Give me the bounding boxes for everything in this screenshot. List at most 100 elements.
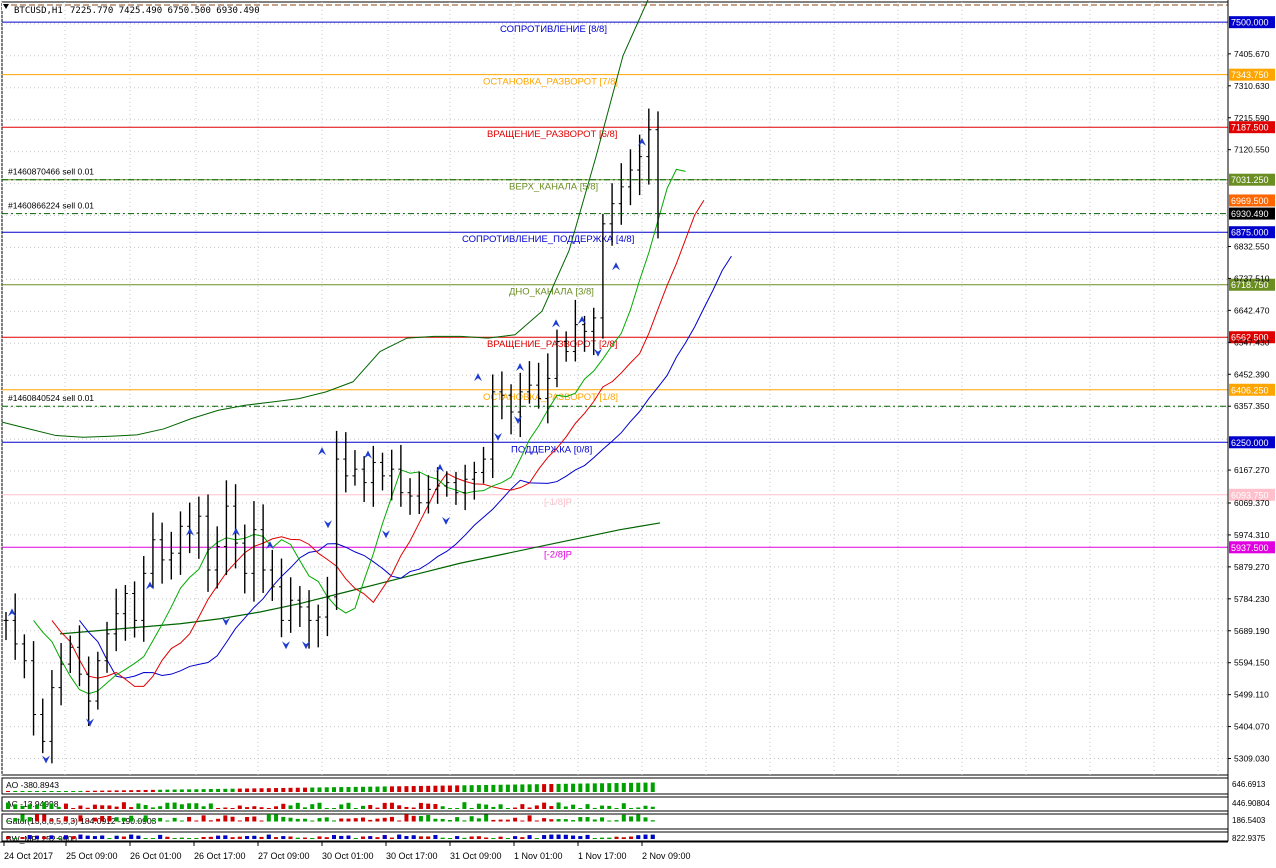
indicator-bar — [600, 783, 605, 792]
indicator-bar — [281, 803, 286, 809]
price-tag-label: 5937.500 — [1231, 543, 1269, 553]
indicator-bar — [143, 805, 148, 809]
indicator-bar — [266, 788, 271, 792]
indicator-bar — [353, 818, 358, 822]
indicator-bar — [353, 808, 358, 809]
indicator-bar — [513, 784, 518, 792]
indicator-bar — [259, 788, 264, 792]
mfi-bar — [165, 836, 170, 839]
indicator-bar — [303, 807, 308, 809]
mfi-bar — [600, 837, 605, 839]
indicator-bar — [63, 816, 68, 822]
order-label[interactable]: #1460870466 sell 0.01 — [8, 167, 94, 177]
indicator-bar — [216, 808, 221, 809]
indicator-bar — [592, 783, 597, 792]
indicator-bar — [194, 789, 199, 792]
indicator-bar — [585, 804, 590, 809]
time-tick-label: 31 Oct 09:00 — [450, 851, 502, 861]
indicator-bar — [266, 808, 271, 809]
mfi-bar — [71, 836, 76, 839]
indicator-bar — [27, 817, 32, 822]
mfi-bar — [42, 836, 47, 839]
order-label[interactable]: #1460840524 sell 0.01 — [8, 393, 94, 403]
indicator-bar — [295, 787, 300, 792]
mfi-bar — [172, 838, 177, 839]
indicator-bar — [650, 782, 655, 792]
order-label[interactable]: #1460866224 sell 0.01 — [8, 201, 94, 211]
indicator-bar — [223, 807, 228, 809]
indicator-bar — [208, 803, 213, 809]
indicator-bar — [216, 788, 221, 792]
indicator-bar — [418, 816, 423, 822]
indicator-bar — [411, 786, 416, 792]
mfi-bar — [455, 836, 460, 839]
indicator-bar — [498, 784, 503, 792]
indicator-bar — [237, 788, 242, 792]
indicator-bar — [179, 804, 184, 809]
indicator-bar — [288, 805, 293, 809]
price-tag-label: 6406.250 — [1231, 385, 1269, 395]
price-tick-label: 5309.030 — [1234, 754, 1270, 764]
grid — [0, 0, 1276, 868]
indicator-bar — [324, 817, 329, 822]
indicator-bar — [121, 790, 126, 792]
price-tick-label: 5499.110 — [1234, 690, 1269, 700]
mfi-bar — [266, 834, 271, 839]
indicator-bar — [179, 820, 184, 822]
time-tick-label: 1 Nov 01:00 — [514, 851, 563, 861]
indicator-bar — [426, 803, 431, 809]
indicator-bar — [556, 819, 561, 822]
indicator-bar — [56, 806, 61, 809]
murrey-level-label: [-1/8]P — [544, 497, 572, 508]
indicator-bar — [237, 805, 242, 809]
mfi-bar — [63, 835, 68, 839]
indicator-bar — [143, 789, 148, 792]
indicator-bar — [440, 785, 445, 792]
indicator-bar — [107, 790, 112, 792]
indicator-bar — [484, 804, 489, 809]
price-tick-label: 6452.390 — [1234, 369, 1270, 379]
indicator-bar — [353, 786, 358, 792]
indicator-bar — [433, 818, 438, 822]
indicator-bar — [288, 817, 293, 822]
indicator-bar — [281, 816, 286, 822]
mfi-bar — [650, 834, 655, 839]
price-tick-label: 7310.630 — [1234, 81, 1270, 91]
indicator-bar — [194, 820, 199, 822]
time-tick-label: 1 Nov 17:00 — [578, 851, 627, 861]
price-tick-label: 5974.310 — [1234, 530, 1270, 540]
mfi-bar — [27, 835, 32, 839]
price-tick-label: 6069.370 — [1234, 498, 1270, 508]
price-tick-label: 7215.590 — [1234, 113, 1270, 123]
indicator-bar — [375, 807, 380, 809]
indicator-bar — [194, 803, 199, 809]
indicator-bar — [513, 807, 518, 809]
indicator-bar — [440, 818, 445, 822]
mfi-bar — [614, 836, 619, 839]
chart-title: BTCUSD,H1 — [14, 6, 63, 16]
indicator-bar — [411, 815, 416, 822]
indicator-bar — [114, 790, 119, 792]
indicator-bar — [578, 783, 583, 792]
mfi-bar — [78, 834, 83, 839]
price-tick-label: 7120.550 — [1234, 145, 1270, 155]
indicator-bar — [107, 805, 112, 809]
time-tick-label: 27 Oct 09:00 — [258, 851, 310, 861]
mfi-bar — [397, 834, 402, 839]
price-tag-label: 7187.500 — [1231, 123, 1269, 133]
indicator-bar — [433, 804, 438, 809]
indicator-bar — [216, 818, 221, 822]
indicator-bar — [447, 785, 452, 792]
mfi-bar — [527, 835, 532, 839]
indicator-bar — [418, 802, 423, 809]
murrey-level-label: ВЕРХ_КАНАЛА [5/8] — [509, 182, 598, 193]
chart-window[interactable]: СОПРОТИВЛЕНИЕ [8/8] 7500.000 ОСТАНОВКА_РАЗ… — [0, 0, 1276, 868]
price-tick-label: 7405.670 — [1234, 49, 1270, 59]
indicator-bar — [339, 804, 344, 809]
indicator-bar — [129, 790, 134, 792]
indicator-bar — [20, 814, 25, 822]
indicator-bar — [505, 819, 510, 822]
indicator-bar — [527, 815, 532, 822]
indicator-bar — [629, 816, 634, 822]
mfi-bar — [360, 836, 365, 839]
